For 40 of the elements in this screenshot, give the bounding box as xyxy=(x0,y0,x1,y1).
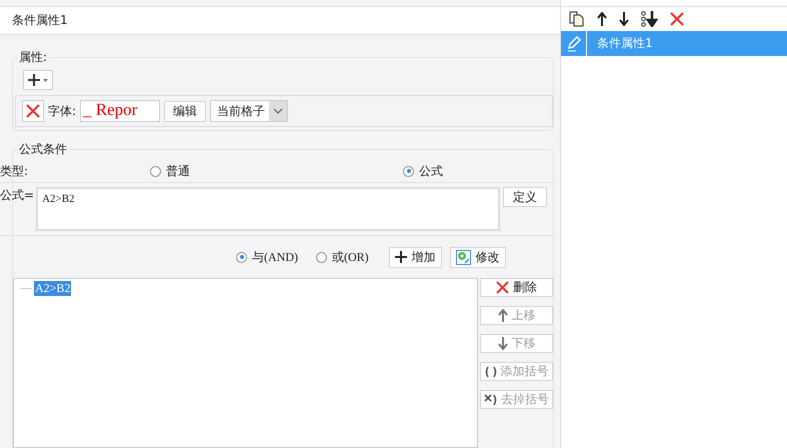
section-legend: 公式条件 xyxy=(17,141,69,158)
parentheses-icon xyxy=(484,366,496,378)
section-legend: 属性: xyxy=(17,49,50,66)
modify-button[interactable]: 修改 xyxy=(450,246,506,268)
close-icon[interactable] xyxy=(670,12,684,26)
caret-icon xyxy=(273,108,284,114)
add-button[interactable]: 增加 xyxy=(388,246,442,268)
arrow-down-icon[interactable] xyxy=(619,12,629,26)
scope-dropdown[interactable]: 当前格子 xyxy=(210,100,288,122)
plus-icon xyxy=(27,73,49,87)
logic-radio[interactable]: 或(OR) xyxy=(316,248,369,266)
arrow-down-icon xyxy=(498,337,508,350)
define-button[interactable]: 定义 xyxy=(503,187,548,207)
formula-label: 公式= xyxy=(0,187,34,204)
radio-circle[interactable] xyxy=(236,252,247,262)
plus-icon xyxy=(394,251,407,263)
font-label: 字体: xyxy=(48,102,76,120)
edit-button[interactable]: 编辑 xyxy=(164,100,206,122)
parentheses-cross-icon xyxy=(484,394,497,406)
panel-title: 条件属性1 xyxy=(12,12,68,29)
remove-property-button[interactable] xyxy=(22,100,44,122)
type-label: 类型: xyxy=(0,162,28,180)
logic-radio[interactable]: 与(AND) xyxy=(236,248,298,266)
condition-item[interactable]: A2>B2 xyxy=(34,281,72,296)
arrow-up-icon[interactable] xyxy=(597,12,607,26)
type-radio[interactable]: 公式 xyxy=(403,162,443,180)
font-preview: _ Repor xyxy=(80,100,160,122)
add-property-button[interactable] xyxy=(23,70,53,90)
close-icon xyxy=(26,104,40,118)
copy-icon[interactable] xyxy=(569,11,585,27)
radio-circle[interactable] xyxy=(403,166,414,176)
radio-circle[interactable] xyxy=(316,252,327,262)
radio-circle[interactable] xyxy=(150,166,161,176)
delete-button[interactable]: 删除 xyxy=(480,278,553,297)
pencil-icon xyxy=(566,36,582,52)
type-radio[interactable]: 普通 xyxy=(150,162,190,180)
formula-field[interactable]: A2>B2 xyxy=(36,187,500,231)
close-icon xyxy=(496,281,509,294)
arrow-up-icon xyxy=(498,309,508,322)
move-to-bottom-icon[interactable] xyxy=(641,11,658,27)
